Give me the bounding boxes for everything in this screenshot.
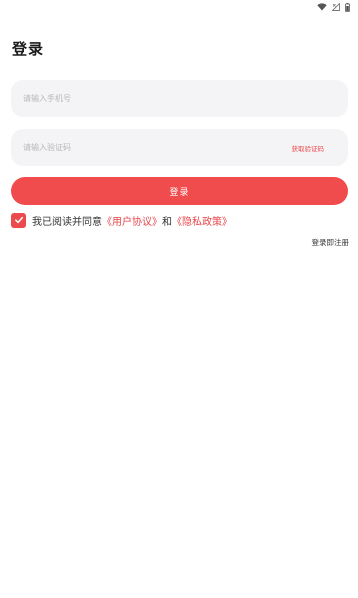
verification-code-input[interactable] xyxy=(23,143,292,152)
user-agreement-link[interactable]: 《用户协议》 xyxy=(102,213,162,228)
page-title: 登录 xyxy=(12,40,45,58)
agreement-prefix: 我已阅读并同意 xyxy=(32,216,102,228)
agreement-row: 我已阅读并同意 《用户协议》 和 《隐私政策》 xyxy=(11,212,232,228)
verification-code-field[interactable]: 获取验证码 xyxy=(11,129,348,166)
battery-icon xyxy=(345,2,350,12)
agreement-checkbox[interactable] xyxy=(11,212,26,228)
login-screen: 登录 获取验证码 登录 我已阅读并同意 《用户协议》 和 《隐私政策》 登录即注… xyxy=(0,0,358,598)
agreement-conjunction: 和 xyxy=(162,216,172,228)
checkmark-icon xyxy=(14,216,23,224)
status-bar xyxy=(0,0,358,14)
get-code-button[interactable]: 获取验证码 xyxy=(292,143,325,153)
no-signal-icon xyxy=(332,3,340,11)
wifi-icon xyxy=(317,3,327,11)
phone-field[interactable] xyxy=(11,80,348,117)
privacy-policy-link[interactable]: 《隐私政策》 xyxy=(172,213,232,228)
phone-input[interactable] xyxy=(23,94,336,103)
login-is-register-label[interactable]: 登录即注册 xyxy=(312,237,350,248)
login-button[interactable]: 登录 xyxy=(11,177,348,205)
